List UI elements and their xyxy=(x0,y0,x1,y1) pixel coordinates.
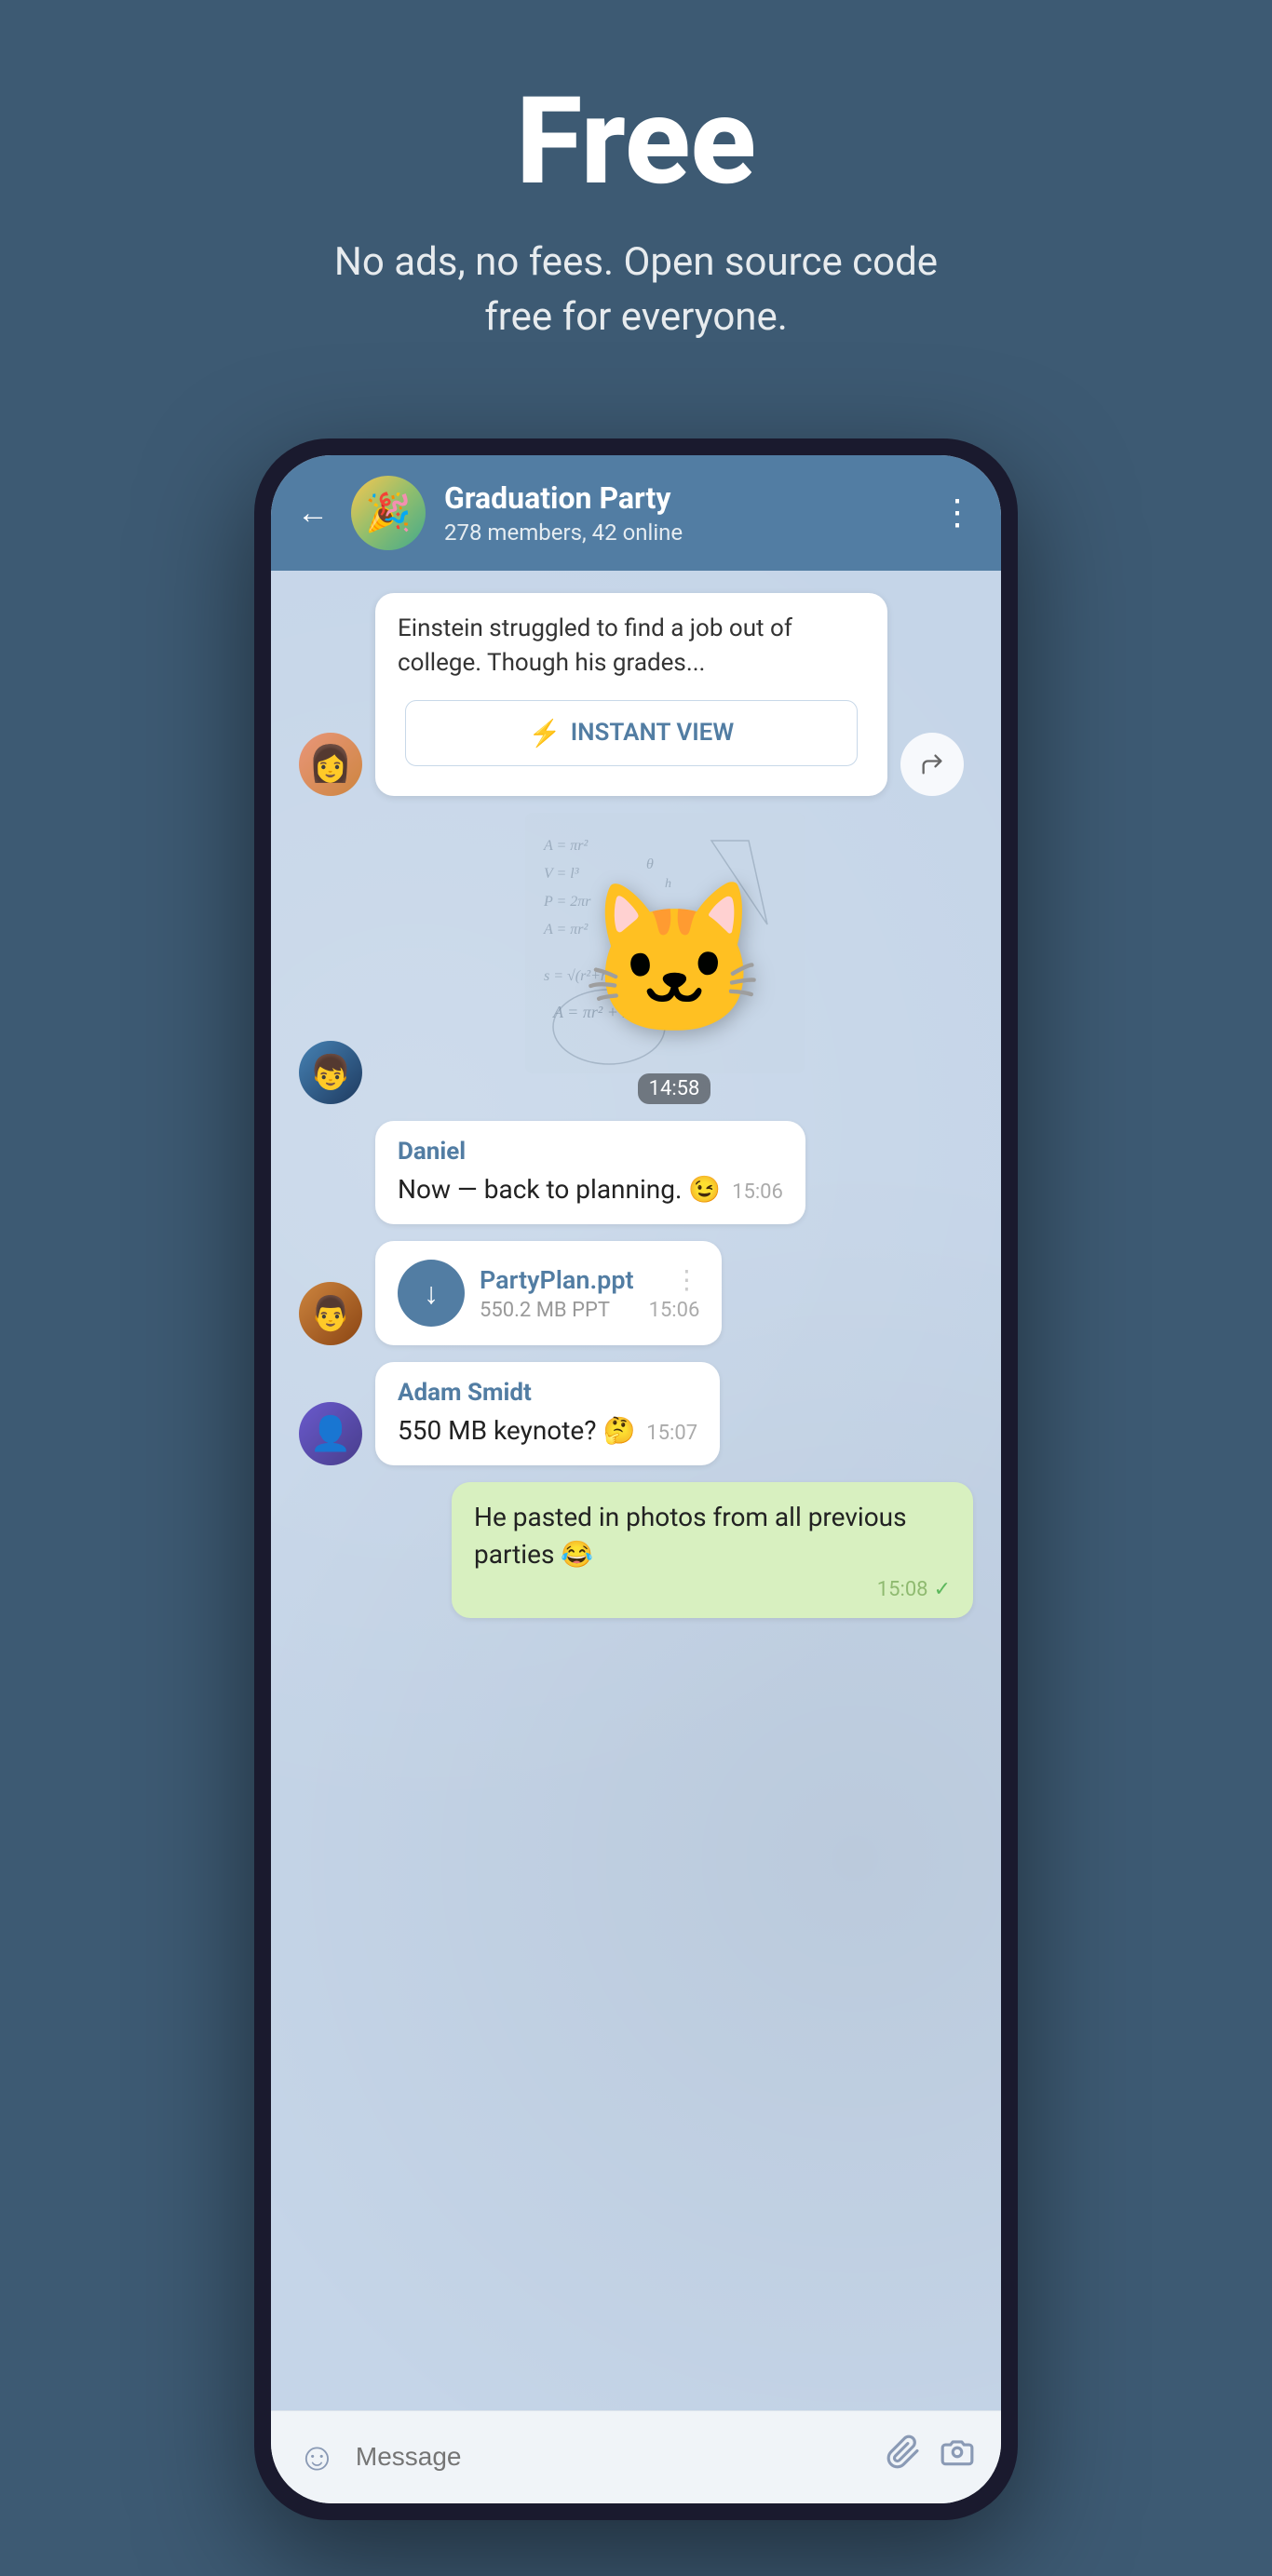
adam-text-bubble: Adam Smidt 550 MB keynote? 🤔 15:07 xyxy=(375,1362,720,1465)
daniel-text-bubble: Daniel Now — back to planning. 😉 15:06 xyxy=(375,1121,805,1224)
phone-mockup: ← 🎉 Graduation Party 278 members, 42 onl… xyxy=(254,438,1018,2520)
own-message-text: He pasted in photos from all previous pa… xyxy=(474,1499,951,1571)
sender-avatar-boy: 👦 xyxy=(299,1041,362,1104)
adam-message: 👤 Adam Smidt 550 MB keynote? 🤔 15:07 xyxy=(299,1362,973,1465)
lightning-icon: ⚡ xyxy=(529,718,562,749)
phone-screen: ← 🎉 Graduation Party 278 members, 42 onl… xyxy=(271,455,1001,2503)
link-preview-bubble: Einstein struggled to find a job out of … xyxy=(375,593,887,796)
group-avatar: 🎉 xyxy=(351,476,426,550)
file-meta: ⋮ 15:06 xyxy=(649,1264,700,1322)
own-message: He pasted in photos from all previous pa… xyxy=(299,1482,973,1617)
svg-text:θ: θ xyxy=(646,856,654,872)
own-message-time: 15:08 xyxy=(877,1578,928,1601)
svg-text:A = πr²: A = πr² xyxy=(543,838,589,854)
daniel-message-time: 15:06 xyxy=(732,1180,783,1204)
hero-subtitle: No ads, no fees. Open source code free f… xyxy=(310,236,962,345)
link-preview-message: 👩 Einstein struggled to find a job out o… xyxy=(299,593,973,796)
cat-sticker: 🐱 xyxy=(581,874,766,1048)
adam-message-text: 550 MB keynote? 🤔 xyxy=(398,1415,635,1446)
more-options-button[interactable]: ⋮ xyxy=(940,492,975,533)
file-timestamp: 15:06 xyxy=(649,1299,700,1322)
svg-text:V = l³: V = l³ xyxy=(544,866,579,882)
own-message-footer: 15:08 ✓ xyxy=(474,1578,951,1601)
instant-view-label: INSTANT VIEW xyxy=(571,719,735,747)
group-status: 278 members, 42 online xyxy=(444,519,921,546)
back-button[interactable]: ← xyxy=(297,494,329,532)
file-menu-button[interactable]: ⋮ xyxy=(673,1264,699,1295)
spacer xyxy=(299,1161,362,1224)
messages-area: 👩 Einstein struggled to find a job out o… xyxy=(271,571,1001,2410)
delivered-icon: ✓ xyxy=(934,1578,951,1601)
file-info: PartyPlan.ppt 550.2 MB PPT xyxy=(480,1265,634,1322)
chat-header: ← 🎉 Graduation Party 278 members, 42 onl… xyxy=(271,455,1001,571)
link-preview-text: Einstein struggled to find a job out of … xyxy=(375,593,887,700)
file-message-row: 👨 ↓ PartyPlan.ppt 550.2 MB PPT ⋮ 15:06 xyxy=(299,1241,973,1345)
forward-button[interactable] xyxy=(900,733,964,796)
daniel-message-text: Now — back to planning. 😉 xyxy=(398,1174,721,1205)
daniel-sender-name: Daniel xyxy=(398,1138,783,1166)
own-bubble: He pasted in photos from all previous pa… xyxy=(452,1482,973,1617)
sender-avatar-girl: 👩 xyxy=(299,733,362,796)
file-size: 550.2 MB PPT xyxy=(480,1299,634,1322)
hero-section: Free No ads, no fees. Open source code f… xyxy=(0,0,1272,401)
file-bubble: ↓ PartyPlan.ppt 550.2 MB PPT ⋮ 15:06 xyxy=(375,1241,722,1345)
daniel-message: Daniel Now — back to planning. 😉 15:06 xyxy=(299,1121,973,1224)
file-name: PartyPlan.ppt xyxy=(480,1265,634,1295)
adam-sender-name: Adam Smidt xyxy=(398,1379,697,1407)
chat-info: Graduation Party 278 members, 42 online xyxy=(444,480,921,546)
phone-outer-frame: ← 🎉 Graduation Party 278 members, 42 onl… xyxy=(254,438,1018,2520)
sender-avatar-man: 👨 xyxy=(299,1282,362,1345)
sticker-timestamp: 14:58 xyxy=(638,1073,711,1104)
group-name: Graduation Party xyxy=(444,480,921,516)
message-input[interactable] xyxy=(356,2442,867,2472)
adam-message-time: 15:07 xyxy=(646,1422,697,1445)
instant-view-button[interactable]: ⚡ INSTANT VIEW xyxy=(405,700,858,766)
attach-button[interactable] xyxy=(886,2434,921,2479)
message-input-bar: ☺ xyxy=(271,2410,1001,2503)
emoji-button[interactable]: ☺ xyxy=(297,2434,337,2480)
sticker-message: 👦 A = πr² V = l³ P = 2πr A = πr² xyxy=(299,813,973,1104)
download-button[interactable]: ↓ xyxy=(398,1260,465,1327)
hero-title: Free xyxy=(516,74,756,208)
sender-avatar-adam: 👤 xyxy=(299,1402,362,1465)
sticker-container: A = πr² V = l³ P = 2πr A = πr² θ h s = √… xyxy=(375,813,973,1104)
camera-button[interactable] xyxy=(940,2434,975,2479)
sticker-image: A = πr² V = l³ P = 2πr A = πr² θ h s = √… xyxy=(525,813,823,1092)
